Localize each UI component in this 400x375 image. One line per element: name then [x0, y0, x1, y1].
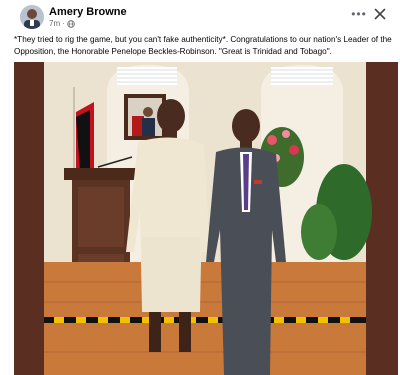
post-meta: 7m · — [49, 19, 75, 28]
more-options-icon[interactable]: ••• — [350, 8, 368, 22]
close-icon[interactable] — [372, 6, 388, 22]
meta-separator: · — [62, 19, 65, 28]
photo-image — [14, 62, 398, 375]
globe-icon — [67, 19, 75, 28]
facebook-post-card: Amery Browne 7m · ••• *They tried to rig… — [0, 0, 400, 375]
author-avatar[interactable] — [20, 5, 44, 29]
post-photo[interactable] — [14, 62, 398, 375]
post-text: *They tried to rig the game, but you can… — [14, 35, 392, 56]
post-timestamp[interactable]: 7m — [49, 19, 60, 28]
post-header: Amery Browne 7m · ••• — [0, 0, 400, 34]
author-name[interactable]: Amery Browne — [49, 6, 127, 18]
avatar-image — [20, 5, 44, 29]
